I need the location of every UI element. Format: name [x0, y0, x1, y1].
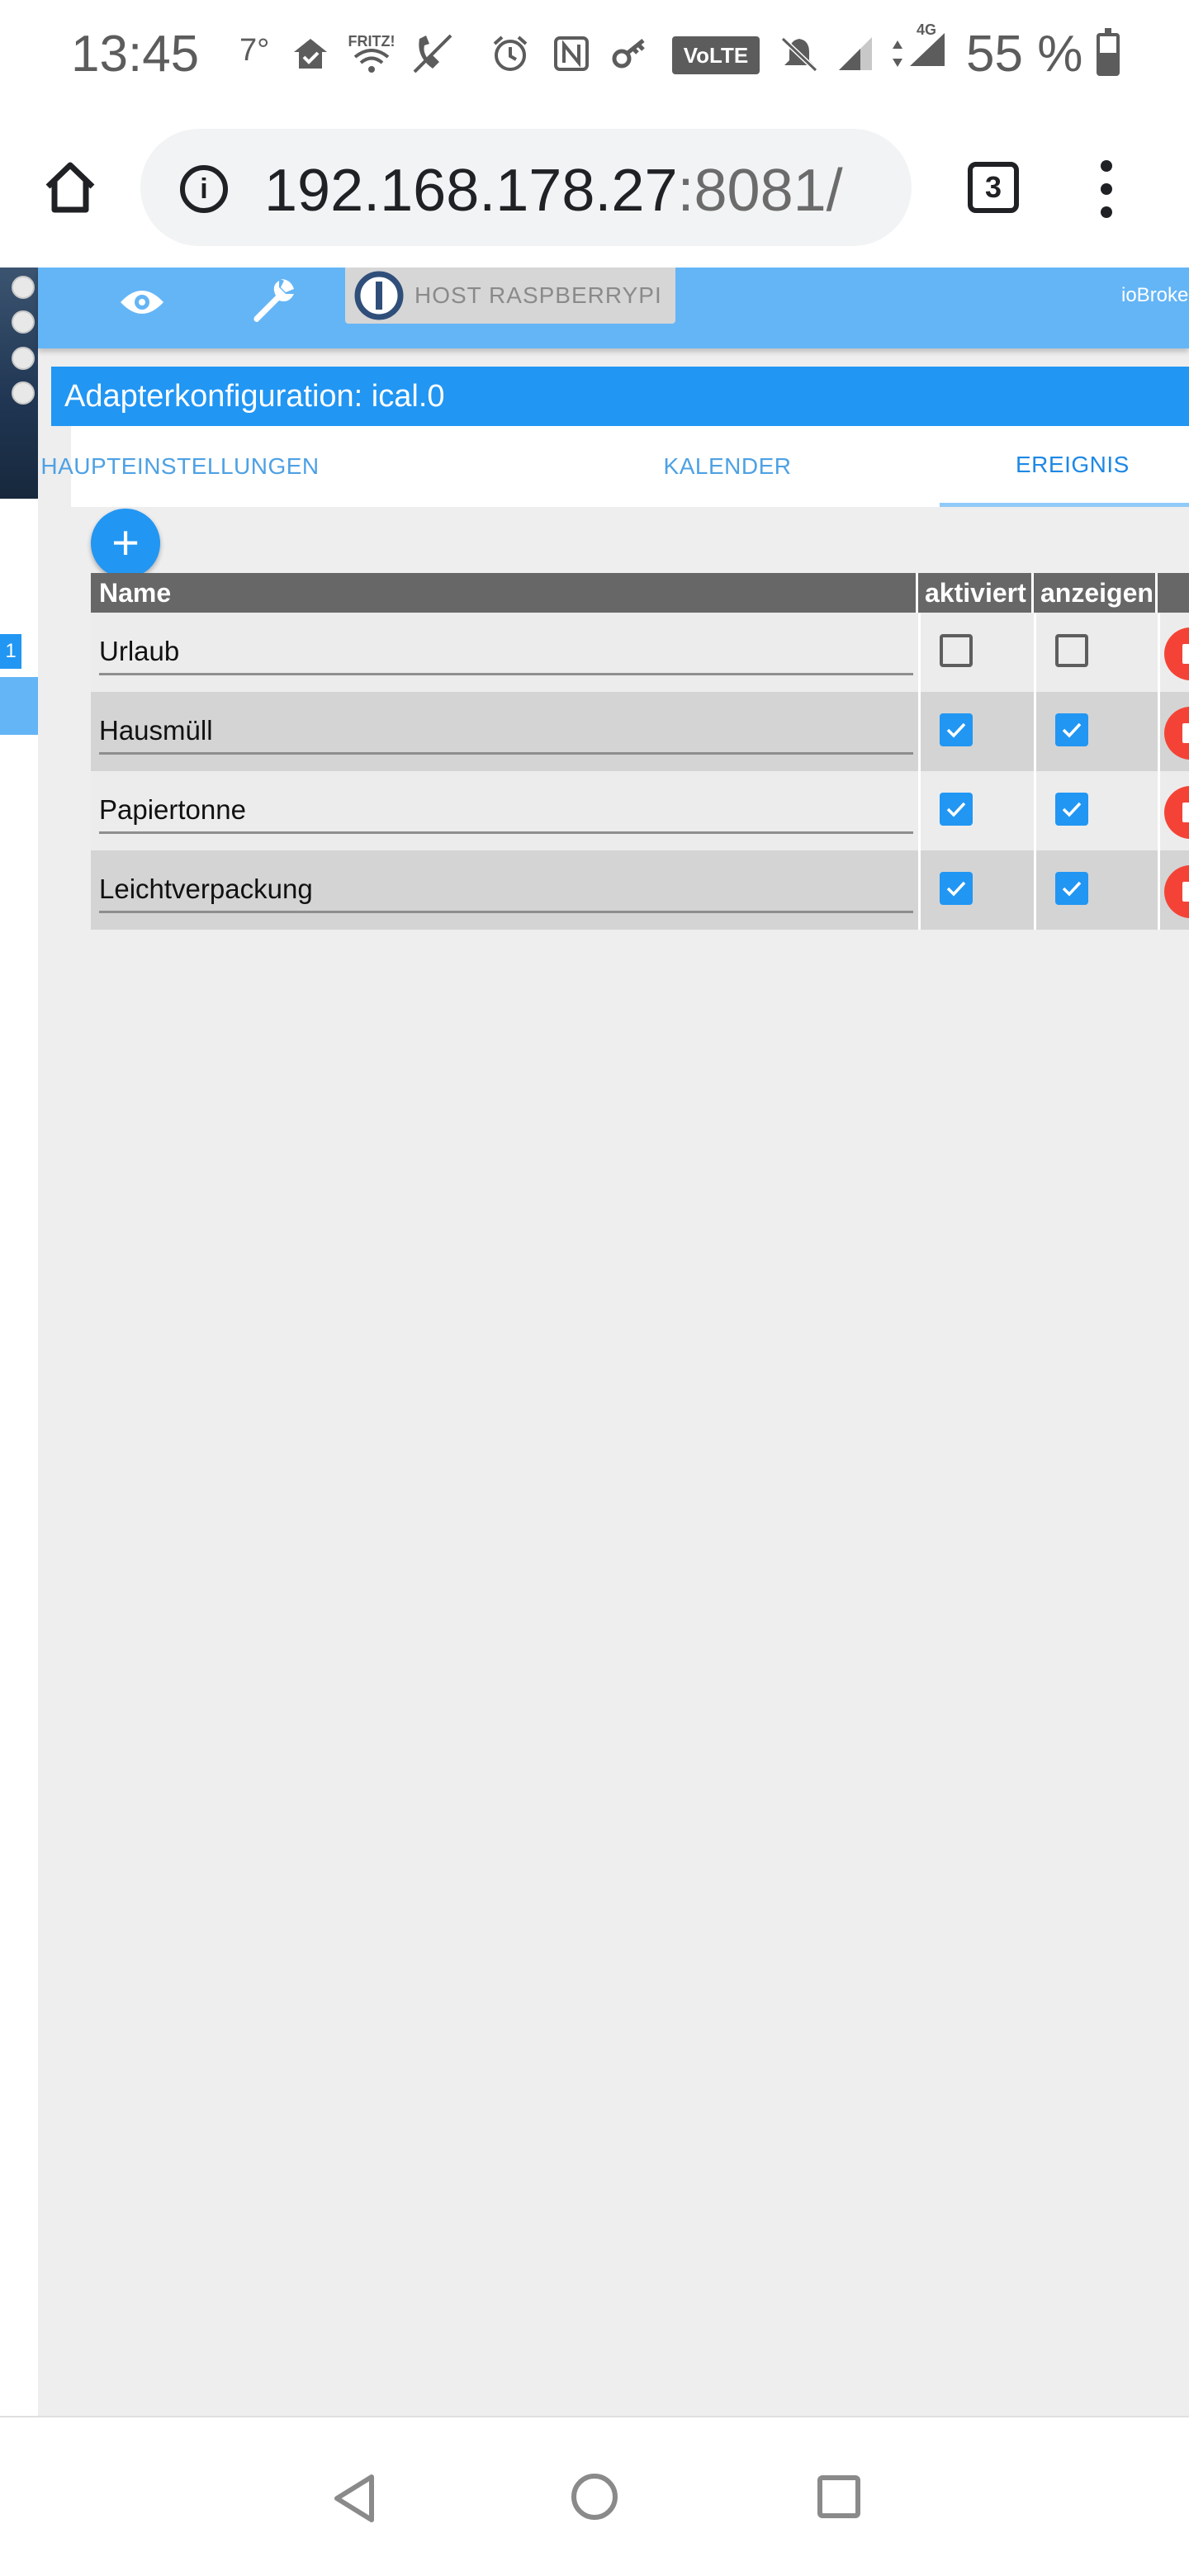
table-header: Name aktiviert anzeigen	[91, 573, 1189, 613]
status-temperature: 7°	[239, 33, 270, 68]
column-separator	[1158, 692, 1160, 771]
recent-apps-icon[interactable]	[817, 2475, 860, 2518]
host-label: HOST RASPBERRYPI	[414, 282, 662, 308]
column-separator	[918, 771, 921, 850]
sidebar-dot[interactable]	[12, 347, 35, 370]
event-name-input[interactable]: Hausmüll	[99, 708, 913, 755]
home-check-icon	[289, 28, 332, 79]
alarm-icon	[487, 28, 533, 79]
status-time: 13:45	[71, 26, 200, 83]
event-name-input[interactable]: Leichtverpackung	[99, 867, 913, 913]
table-row: Urlaub	[91, 613, 1189, 692]
enabled-checkbox[interactable]	[940, 713, 973, 746]
column-separator	[1034, 771, 1036, 850]
home-button-icon[interactable]	[571, 2474, 618, 2520]
notifications-off-icon	[776, 28, 822, 79]
table-row: Leichtverpackung	[91, 850, 1189, 930]
sidebar-badge: 1	[0, 634, 21, 669]
status-bar: 13:45 7° FRITZ! VoLTE 4G 55 %	[0, 0, 1189, 109]
call-blocked-icon	[408, 28, 457, 79]
url-host: 192.168.178.27	[264, 158, 678, 224]
url-port: :8081/	[677, 158, 843, 224]
battery-icon	[1097, 28, 1120, 76]
table-body: Urlaub Hausmüll Papiertonne Leichtverpackun…	[91, 613, 1189, 930]
signal-icon-1	[832, 28, 879, 79]
overflow-menu-icon[interactable]	[1098, 160, 1115, 218]
delete-button[interactable]	[1164, 627, 1189, 680]
delete-button[interactable]	[1164, 707, 1189, 760]
tab-ereignisse[interactable]: EREIGNIS	[940, 426, 1189, 507]
back-icon[interactable]	[330, 2472, 380, 2525]
nfc-icon	[548, 28, 594, 79]
wrench-icon[interactable]	[248, 276, 297, 325]
display-checkbox[interactable]	[1055, 634, 1088, 667]
checkmark-icon	[1062, 881, 1082, 897]
table-row: Papiertonne	[91, 771, 1189, 850]
web-content: 1 HOST RASPBERRYPI ioBroke Adapterkonfig…	[0, 268, 1189, 2416]
delete-button[interactable]	[1164, 865, 1189, 918]
checkmark-icon	[946, 722, 966, 738]
column-separator	[918, 850, 921, 930]
enabled-checkbox[interactable]	[940, 793, 973, 826]
display-checkbox[interactable]	[1055, 872, 1088, 905]
volte-badge: VoLTE	[672, 36, 760, 74]
enabled-checkbox[interactable]	[940, 634, 973, 667]
battery-percent: 55 %	[966, 26, 1083, 83]
tab-bar: HAUPTEINSTELLUNGEN KALENDER EREIGNIS	[40, 426, 1189, 507]
system-nav-bar	[0, 2416, 1189, 2576]
dialog-title: Adapterkonfiguration: ical.0	[51, 367, 1189, 426]
browser-toolbar: i 192.168.178.27:8081/ 3	[0, 109, 1189, 268]
event-name-input[interactable]: Papiertonne	[99, 788, 913, 834]
column-separator	[1158, 850, 1160, 930]
sidebar-item-selected[interactable]	[0, 677, 38, 735]
app-topbar: HOST RASPBERRYPI ioBroke	[38, 268, 1189, 348]
tab-switcher-button[interactable]: 3	[968, 162, 1019, 213]
home-icon[interactable]	[41, 159, 99, 216]
column-separator	[1158, 613, 1160, 692]
checkmark-icon	[1062, 802, 1082, 817]
checkmark-icon	[1062, 722, 1082, 738]
signal-4g-icon: 4G	[882, 21, 956, 79]
column-separator	[918, 692, 921, 771]
address-bar[interactable]: i 192.168.178.27:8081/	[140, 129, 912, 246]
brand-label: ioBroke	[1121, 284, 1189, 306]
column-header-display: anzeigen	[1034, 573, 1158, 613]
checkmark-icon	[946, 802, 966, 817]
enabled-checkbox[interactable]	[940, 872, 973, 905]
events-table: Name aktiviert anzeigen Urlaub Hausmüll Pa…	[91, 573, 1189, 930]
url-text[interactable]: 192.168.178.27:8081/	[264, 157, 843, 225]
display-checkbox[interactable]	[1055, 713, 1088, 746]
fritz-label: FRITZ!	[348, 33, 396, 50]
sidebar: 1	[0, 268, 38, 2416]
column-separator	[1034, 850, 1036, 930]
host-selector[interactable]: HOST RASPBERRYPI	[345, 268, 675, 324]
site-info-icon[interactable]: i	[180, 165, 228, 213]
iobroker-logo-icon	[353, 270, 405, 321]
column-separator	[918, 613, 921, 692]
checkmark-icon	[946, 881, 966, 897]
fritz-wifi-icon: FRITZ!	[347, 28, 396, 79]
tab-haupteinstellungen[interactable]: HAUPTEINSTELLUNGEN	[40, 426, 319, 507]
sidebar-dot[interactable]	[12, 310, 35, 334]
display-checkbox[interactable]	[1055, 793, 1088, 826]
tab-kalender[interactable]: KALENDER	[657, 426, 798, 507]
column-header-enabled: aktiviert	[918, 573, 1034, 613]
delete-button[interactable]	[1164, 786, 1189, 839]
add-event-button[interactable]: +	[91, 509, 160, 578]
network-type-label: 4G	[917, 21, 937, 38]
column-separator	[1034, 692, 1036, 771]
column-header-name: Name	[91, 573, 918, 613]
eye-icon[interactable]	[117, 284, 167, 320]
table-row: Hausmüll	[91, 692, 1189, 771]
column-separator	[1158, 771, 1160, 850]
event-name-input[interactable]: Urlaub	[99, 629, 913, 675]
sidebar-dot[interactable]	[12, 381, 35, 405]
battery-level-fill	[1100, 52, 1116, 73]
column-separator	[1034, 613, 1036, 692]
sidebar-dot[interactable]	[12, 276, 35, 299]
vpn-key-icon	[608, 28, 654, 79]
